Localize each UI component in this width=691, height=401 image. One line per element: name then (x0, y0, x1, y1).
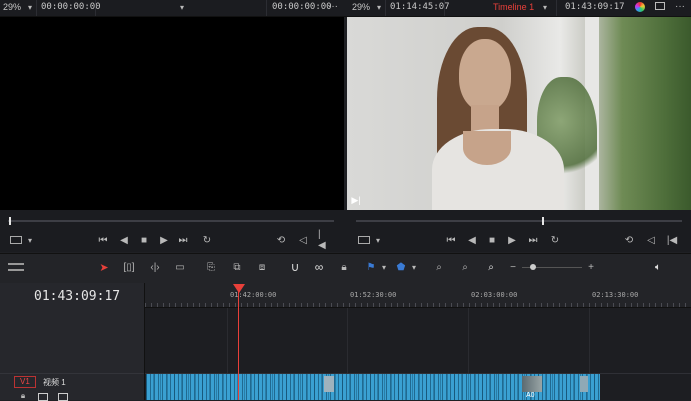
stop-icon[interactable]: ■ (486, 234, 498, 246)
flag-icon[interactable]: ⚑ (366, 260, 376, 274)
ruler-label: 01:52:30:00 (350, 291, 397, 299)
timeline-viewer-frame[interactable]: ▶| (347, 17, 691, 210)
chevron-down-icon[interactable]: ▾ (380, 262, 388, 272)
playhead-handle[interactable] (233, 284, 245, 293)
replace-icon[interactable]: ⧈ (252, 260, 272, 274)
mark-out-icon[interactable]: |◀ (666, 234, 678, 246)
timeline-zoom[interactable]: 29% (352, 2, 370, 12)
viewer-mode-icon[interactable] (10, 236, 22, 244)
fullscreen-icon[interactable] (655, 2, 665, 10)
ruler-label: 02:13:30:00 (592, 291, 639, 299)
jump-end-icon[interactable]: ⏭ (526, 234, 540, 246)
timeline-duration: 01:14:45:07 (390, 2, 450, 12)
viewer-mode-icon[interactable] (358, 236, 370, 244)
timeline-timecode: 01:43:09:17 (565, 2, 625, 12)
person-face (459, 39, 511, 111)
track-label[interactable]: V1 (14, 376, 36, 388)
zoom-detail-icon[interactable]: ⌕ (456, 260, 474, 274)
timeline-current-timecode: 01:43:09:17 (34, 289, 121, 304)
source-timecode-right: 00:00:00:00 (272, 2, 332, 12)
loop-icon[interactable]: ↻ (200, 234, 214, 246)
snap-icon[interactable]: ∪ (288, 259, 302, 275)
timeline-scrubber-handle[interactable] (542, 217, 544, 225)
ruler-label: 02:03:00:00 (471, 291, 518, 299)
jump-start-icon[interactable]: ⏮ (444, 234, 458, 246)
play-icon[interactable]: ▶ (158, 234, 170, 246)
blade-icon[interactable]: ▭ (172, 260, 188, 274)
trim-icon[interactable]: [▯] (120, 260, 138, 274)
zoom-custom-icon[interactable]: ⌕ (482, 260, 500, 274)
video-clip[interactable]: A0 (146, 374, 600, 400)
source-scrubber-track[interactable] (8, 220, 334, 222)
person-chest (463, 131, 511, 165)
clip-thumbnail (580, 376, 588, 392)
match-frame-icon[interactable]: ⟲ (622, 234, 636, 246)
zoom-out-icon[interactable]: − (508, 260, 518, 274)
track-name[interactable]: 视频 1 (43, 377, 66, 388)
clip-thumbnail (522, 376, 542, 392)
mark-in-icon[interactable]: ◁ (298, 234, 308, 246)
chevron-down-icon[interactable]: ▾ (375, 2, 383, 12)
link-icon[interactable]: ∞ (312, 259, 326, 275)
playhead-line[interactable] (238, 290, 239, 400)
zoom-full-icon[interactable]: ⌕ (430, 260, 448, 274)
lock-icon[interactable]: 🔒︎ (18, 391, 28, 400)
timeline-options-icon[interactable] (8, 263, 24, 271)
clip-badge: A0 (526, 392, 535, 399)
insert-icon[interactable]: ⎘ (202, 260, 220, 274)
zoom-slider-handle[interactable] (530, 264, 536, 270)
zoom-in-icon[interactable]: + (586, 260, 596, 274)
timeline-name[interactable]: Timeline 1 (493, 2, 534, 12)
loop-icon[interactable]: ↻ (548, 234, 562, 246)
source-scrubber-handle[interactable] (9, 217, 11, 225)
play-icon[interactable]: ▶ (506, 234, 518, 246)
match-frame-icon[interactable]: ⟲ (274, 234, 288, 246)
frame-marker-icon[interactable]: ▶| (351, 195, 361, 205)
source-timecode-left: 00:00:00:00 (41, 2, 101, 12)
chevron-down-icon[interactable]: ▾ (26, 235, 34, 245)
lock-icon[interactable]: 🔒︎ (338, 260, 350, 274)
mark-in-icon[interactable]: ◁ (646, 234, 656, 246)
viewer-header-bar: 29% ▾ 00:00:00:00 ▾ 00:00:00:00 ··· 29% … (0, 0, 691, 17)
more-icon[interactable]: ··· (325, 0, 341, 12)
play-reverse-icon[interactable]: ◀ (466, 234, 478, 246)
chevron-down-icon[interactable]: ▾ (26, 2, 34, 12)
jump-end-icon[interactable]: ⏭ (176, 234, 190, 246)
ruler-ticks (145, 303, 691, 307)
source-zoom[interactable]: 29% (3, 2, 21, 12)
play-reverse-icon[interactable]: ◀ (118, 234, 130, 246)
chevron-down-icon[interactable]: ▾ (410, 262, 418, 272)
pointer-icon[interactable]: ➤ (98, 260, 110, 274)
chevron-down-icon[interactable]: ▾ (541, 2, 549, 12)
stop-icon[interactable]: ■ (138, 234, 150, 246)
timeline-scrubber-track[interactable] (356, 220, 682, 222)
dynamic-trim-icon[interactable]: ‹|› (146, 260, 164, 274)
color-wheel-icon[interactable] (635, 2, 645, 12)
more-icon[interactable]: ··· (672, 0, 688, 12)
chevron-down-icon[interactable]: ▾ (178, 2, 186, 12)
jump-start-icon[interactable]: ⏮ (96, 234, 110, 246)
mark-out-icon[interactable]: |◀ (318, 229, 328, 251)
source-viewer[interactable] (0, 17, 344, 210)
clip-thumbnail (324, 376, 334, 392)
timeline-ruler[interactable]: 01:42:00:00 01:52:30:00 02:03:00:00 02:1… (145, 283, 691, 308)
overwrite-icon[interactable]: ⧉ (228, 260, 246, 274)
chevron-down-icon[interactable]: ▾ (374, 235, 382, 245)
marker-icon[interactable]: ⬟ (396, 260, 406, 274)
volume-icon[interactable]: 🔈︎ (651, 260, 665, 274)
